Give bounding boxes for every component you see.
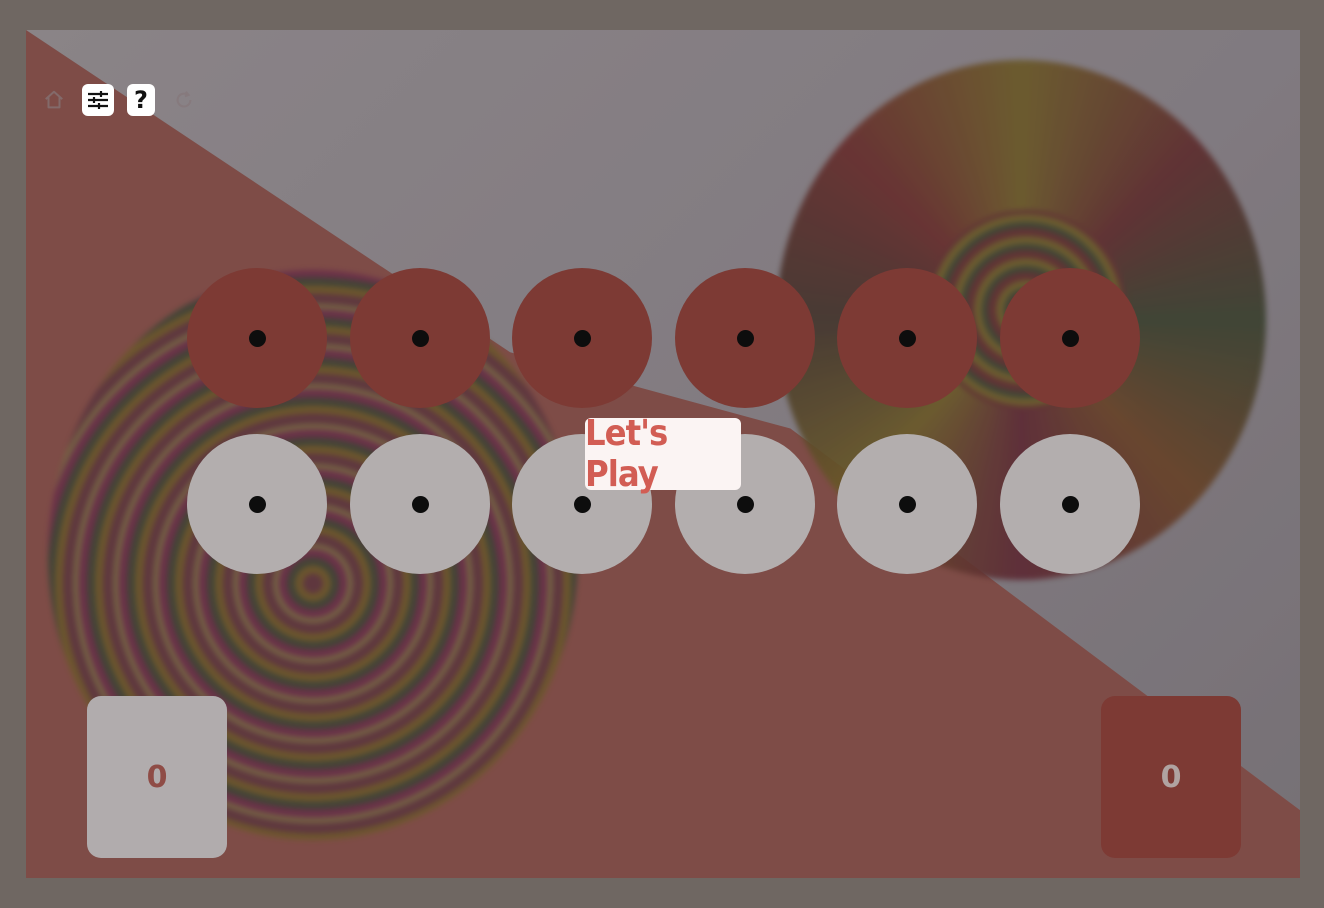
opponent-pit [1000,268,1140,408]
seed [898,495,916,513]
restart-icon [173,89,195,111]
player-store: 0 [87,696,227,858]
seed [573,495,591,513]
home-icon [43,89,65,111]
help-button[interactable]: ? [127,84,155,116]
question-icon: ? [134,86,148,114]
opponent-pit [187,268,327,408]
sliders-icon [87,90,109,110]
seed [736,329,754,347]
opponent-pit [512,268,652,408]
player-pit[interactable] [350,434,490,574]
seed [248,495,266,513]
seed [248,329,266,347]
seed [898,329,916,347]
seed [411,495,429,513]
player-pit[interactable] [1000,434,1140,574]
seed [411,329,429,347]
opponent-pit [837,268,977,408]
seed [1061,329,1079,347]
seed [573,329,591,347]
player-pit[interactable] [837,434,977,574]
home-button[interactable] [38,84,70,116]
seed [736,495,754,513]
opponent-store: 0 [1101,696,1241,858]
seed [1061,495,1079,513]
opponent-pit [675,268,815,408]
opponent-store-count: 0 [1160,759,1182,795]
opponent-pit [350,268,490,408]
player-store-count: 0 [146,759,168,795]
settings-button[interactable] [82,84,114,116]
lets-play-button[interactable]: Let's Play [585,413,741,495]
lets-play-label: Let's Play [585,413,668,495]
restart-button[interactable] [168,84,200,116]
player-pit[interactable] [187,434,327,574]
